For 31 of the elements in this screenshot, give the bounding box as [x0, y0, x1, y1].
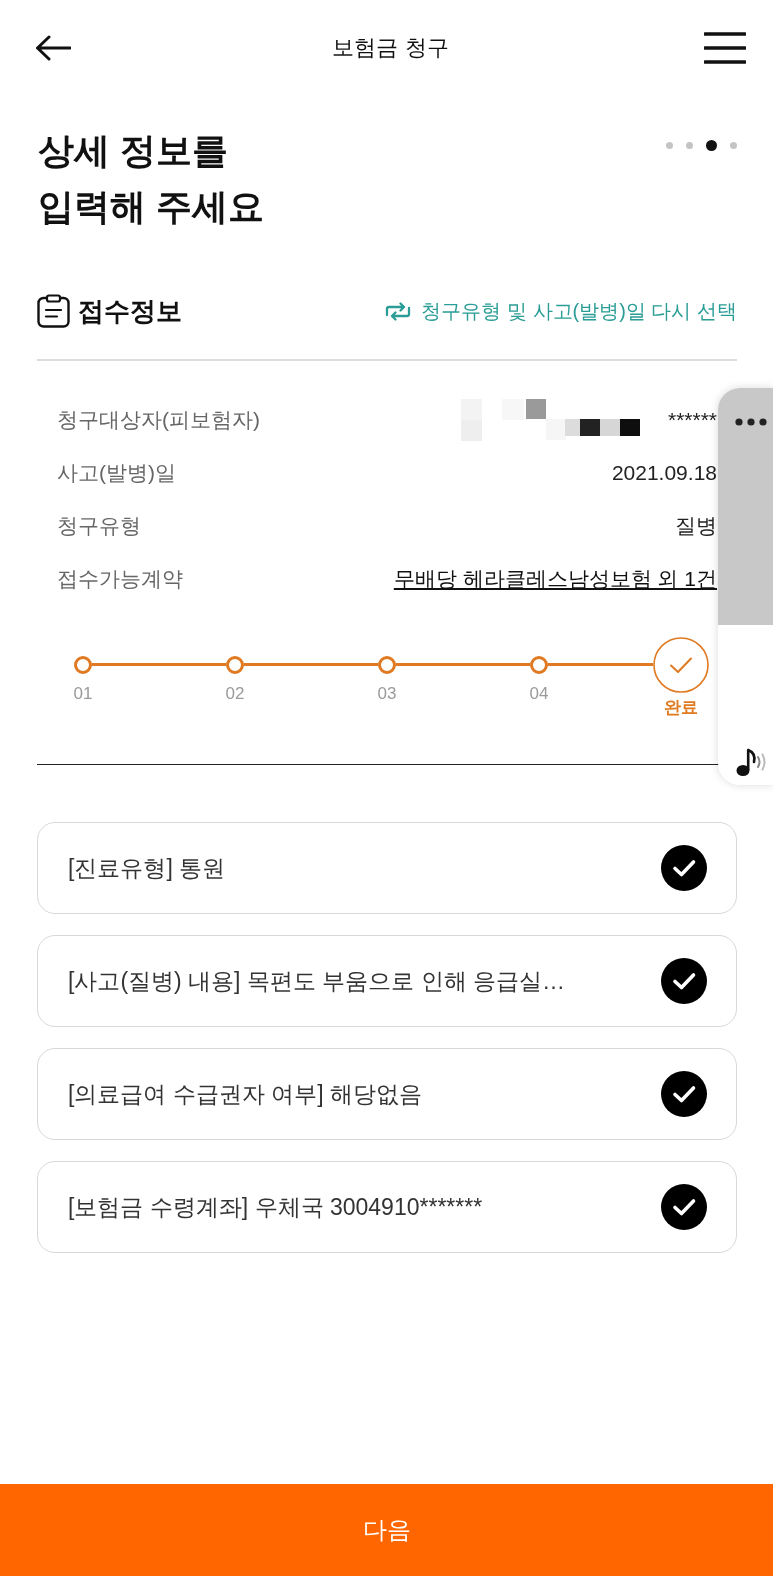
claim-item[interactable]: [사고(질병) 내용] 목편도 부움으로 인해 응급실… — [37, 935, 737, 1027]
step-label: 03 — [377, 683, 397, 704]
info-label: 청구유형 — [57, 513, 141, 539]
info-label: 접수가능계약 — [57, 566, 183, 592]
claim-item[interactable]: [보험금 수령계좌] 우체국 3004910******* — [37, 1161, 737, 1253]
page-heading: 상세 정보를 입력해 주세요 — [38, 129, 264, 229]
section-title: 접수정보 — [78, 294, 182, 328]
page-title: 보험금 청구 — [332, 34, 449, 62]
step-label: 02 — [225, 683, 245, 704]
check-circle-icon — [653, 636, 709, 693]
claim-item[interactable]: [진료유형] 통원 — [37, 822, 737, 914]
music-note-icon[interactable] — [735, 747, 767, 777]
step-label: 완료 — [664, 697, 698, 718]
step-label: 01 — [73, 683, 93, 704]
more-icon[interactable] — [735, 418, 767, 426]
step-dot-icon — [74, 655, 92, 674]
menu-icon[interactable] — [704, 32, 746, 64]
step-dot-icon — [530, 655, 548, 674]
step-dot-icon — [378, 655, 396, 674]
info-label: 청구대상자(피보험자) — [57, 407, 260, 433]
step-dot-icon — [226, 655, 244, 674]
contract-link[interactable]: 무배당 헤라클레스남성보험 외 1건 — [393, 565, 717, 593]
info-value: 2021.09.18 — [611, 461, 717, 485]
info-label: 사고(발병)일 — [57, 460, 176, 486]
claim-item[interactable]: [의료급여 수급권자 여부] 해당없음 — [37, 1048, 737, 1140]
back-arrow-icon[interactable] — [35, 35, 71, 61]
info-value: ****** — [667, 408, 717, 432]
swap-arrows-icon — [385, 301, 412, 321]
step-label: 04 — [529, 683, 549, 704]
info-value: 질병 — [675, 513, 717, 539]
clipboard-icon — [37, 294, 70, 328]
